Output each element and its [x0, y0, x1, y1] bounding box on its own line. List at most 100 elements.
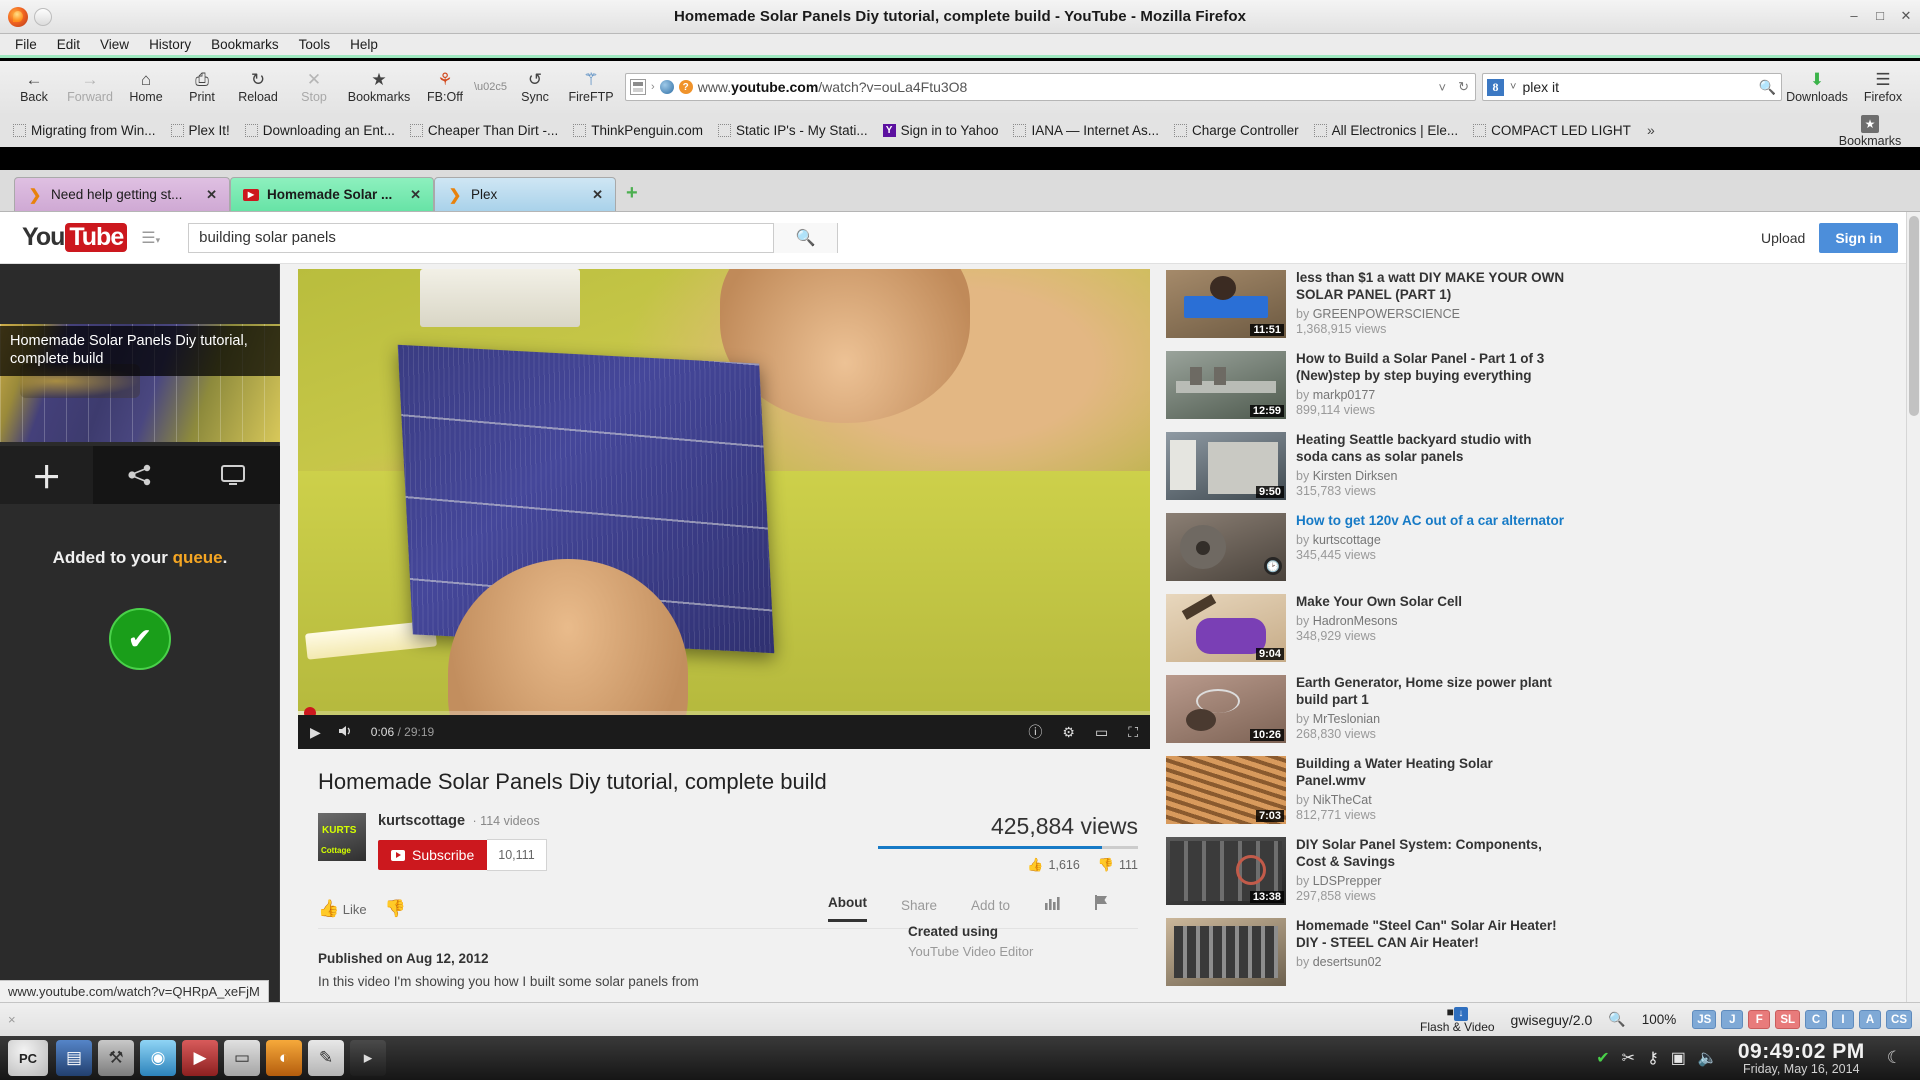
volume-icon[interactable]: [337, 724, 355, 741]
taskbar-app-konsole[interactable]: ▸: [350, 1040, 386, 1076]
browser-tab-inactive[interactable]: ❯ Plex ✕: [434, 177, 616, 211]
flashblock-chevron-down-icon[interactable]: \u02c5: [474, 81, 507, 93]
related-title[interactable]: Heating Seattle backyard studio with sod…: [1296, 432, 1566, 466]
maximize-button[interactable]: □: [1872, 8, 1888, 25]
tab-close-icon[interactable]: ✕: [206, 187, 217, 203]
queue-link[interactable]: queue: [173, 548, 223, 567]
sign-in-button[interactable]: Sign in: [1819, 222, 1898, 253]
fireftp-button[interactable]: ⚚ FireFTP: [563, 70, 619, 104]
bookmarks-toolbar-button[interactable]: ★ Bookmarks: [342, 70, 416, 104]
related-title[interactable]: less than $1 a watt DIY MAKE YOUR OWN SO…: [1296, 270, 1566, 304]
search-engine-icon[interactable]: 8: [1487, 78, 1504, 96]
status-badge[interactable]: SL: [1775, 1010, 1801, 1029]
site-identity-icon[interactable]: [630, 79, 647, 95]
moon-icon[interactable]: ☾: [1887, 1048, 1902, 1068]
guide-hamburger-icon[interactable]: ☰▾: [141, 228, 160, 248]
status-badge[interactable]: J: [1721, 1010, 1744, 1029]
related-video-item[interactable]: 🕑 How to get 120v AC out of a car altern…: [1166, 513, 1566, 581]
subscribe-button[interactable]: Subscribe: [378, 840, 488, 870]
magnifier-icon[interactable]: 🔍: [1608, 1011, 1625, 1028]
menu-bookmarks[interactable]: Bookmarks: [202, 35, 288, 54]
bookmarks-overflow-chevron-icon[interactable]: »: [1647, 122, 1655, 138]
menu-view[interactable]: View: [91, 35, 138, 54]
search-engine-chevron-down-icon[interactable]: ˅: [1510, 81, 1516, 93]
volume-tray-icon[interactable]: 🔈: [1698, 1048, 1718, 1068]
settings-gear-icon[interactable]: ⚙: [1062, 724, 1075, 741]
firefox-menu-button[interactable]: ☰ Firefox: [1852, 70, 1914, 104]
zoom-level[interactable]: 100%: [1642, 1012, 1677, 1027]
bookmark-item[interactable]: Static IP's - My Stati...: [711, 120, 875, 141]
related-channel-name[interactable]: GREENPOWERSCIENCE: [1313, 307, 1460, 321]
related-thumbnail[interactable]: 🕑: [1166, 513, 1286, 581]
tab-close-icon[interactable]: ✕: [410, 187, 421, 203]
checkmark-tray-icon[interactable]: ✔: [1596, 1048, 1609, 1068]
related-video-item[interactable]: Homemade "Steel Can" Solar Air Heater! D…: [1166, 918, 1566, 986]
related-video-item[interactable]: 7:03 Building a Water Heating Solar Pane…: [1166, 756, 1566, 824]
new-tab-button[interactable]: +: [626, 182, 638, 205]
tab-about[interactable]: About: [827, 895, 867, 922]
bookmark-item[interactable]: ThinkPenguin.com: [566, 120, 710, 141]
menu-history[interactable]: History: [140, 35, 200, 54]
taskbar-app-terminal-window[interactable]: ▭: [224, 1040, 260, 1076]
page-scrollbar[interactable]: [1906, 212, 1920, 1002]
related-channel-name[interactable]: Kirsten Dirksen: [1313, 469, 1398, 483]
search-input[interactable]: plex it: [1522, 79, 1559, 95]
upload-button[interactable]: Upload: [1761, 230, 1805, 246]
taskbar-clock[interactable]: 09:49:02 PM Friday, May 16, 2014: [1730, 1040, 1865, 1076]
related-channel-name[interactable]: kurtscottage: [1313, 533, 1381, 547]
home-button[interactable]: ⌂ Home: [118, 70, 174, 104]
related-title[interactable]: Building a Water Heating Solar Panel.wmv: [1296, 756, 1566, 790]
related-title[interactable]: How to Build a Solar Panel - Part 1 of 3…: [1296, 351, 1566, 385]
share-icon[interactable]: [93, 446, 187, 504]
browser-tab-active[interactable]: ▶ Homemade Solar ... ✕: [230, 177, 434, 211]
youtube-search-box[interactable]: 🔍: [188, 222, 839, 253]
bookmark-item[interactable]: Cheaper Than Dirt -...: [403, 120, 565, 141]
like-button[interactable]: 👍 Like: [318, 899, 367, 919]
play-icon[interactable]: ▶: [310, 724, 321, 741]
bookmark-item[interactable]: Downloading an Ent...: [238, 120, 402, 141]
url-chevron-down-icon[interactable]: ˅: [1439, 80, 1447, 95]
taskbar-app-media[interactable]: ◉: [140, 1040, 176, 1076]
related-title[interactable]: How to get 120v AC out of a car alternat…: [1296, 513, 1566, 530]
fullscreen-icon[interactable]: ⛶: [1128, 724, 1138, 741]
scissors-tray-icon[interactable]: ✂: [1622, 1048, 1635, 1068]
bookmark-item[interactable]: Plex It!: [164, 120, 237, 141]
taskbar-app-firefox[interactable]: ◐: [266, 1040, 302, 1076]
channel-avatar[interactable]: KURTS Cottage: [318, 813, 366, 861]
status-badge[interactable]: CS: [1886, 1010, 1912, 1029]
stop-button[interactable]: ✕ Stop: [286, 70, 342, 104]
downloads-button[interactable]: ⬇ Downloads: [1782, 70, 1852, 104]
related-title[interactable]: DIY Solar Panel System: Components, Cost…: [1296, 837, 1566, 871]
info-cards-icon[interactable]: ⓘ: [1028, 722, 1042, 742]
taskbar-app-recorder[interactable]: ▶: [182, 1040, 218, 1076]
channel-name[interactable]: kurtscottage · 114 videos: [378, 813, 547, 829]
search-button[interactable]: 🔍: [773, 222, 838, 253]
url-reload-icon[interactable]: ↻: [1458, 79, 1469, 95]
related-thumbnail[interactable]: 10:26: [1166, 675, 1286, 743]
search-input[interactable]: [189, 223, 774, 252]
status-badge[interactable]: A: [1859, 1010, 1882, 1029]
menu-edit[interactable]: Edit: [48, 35, 89, 54]
related-thumbnail[interactable]: [1166, 918, 1286, 986]
menu-help[interactable]: Help: [341, 35, 387, 54]
related-title[interactable]: Earth Generator, Home size power plant b…: [1296, 675, 1566, 709]
tab-add-to[interactable]: Add to: [971, 898, 1010, 922]
status-badge[interactable]: C: [1805, 1010, 1828, 1029]
user-agent-label[interactable]: gwiseguy/2.0: [1511, 1012, 1593, 1028]
status-badge[interactable]: JS: [1692, 1010, 1717, 1029]
minimize-button[interactable]: –: [1846, 8, 1862, 25]
dislike-button[interactable]: 👎: [385, 899, 406, 919]
related-video-item[interactable]: 9:50 Heating Seattle backyard studio wit…: [1166, 432, 1566, 500]
queue-video-title[interactable]: Homemade Solar Panels Diy tutorial, comp…: [0, 326, 280, 377]
status-badge[interactable]: F: [1748, 1010, 1771, 1029]
youtube-logo[interactable]: You Tube: [22, 223, 128, 252]
related-thumbnail[interactable]: 12:59: [1166, 351, 1286, 419]
theater-mode-icon[interactable]: ▭: [1095, 724, 1108, 741]
flag-icon[interactable]: [1094, 895, 1108, 922]
related-video-item[interactable]: 9:04 Make Your Own Solar Cell by HadronM…: [1166, 594, 1566, 662]
related-video-item[interactable]: 11:51 less than $1 a watt DIY MAKE YOUR …: [1166, 270, 1566, 338]
url-bar[interactable]: › ? www.youtube.com/watch?v=ouLa4Ftu3O8 …: [625, 73, 1476, 101]
bookmark-item[interactable]: All Electronics | Ele...: [1307, 120, 1466, 141]
print-button[interactable]: ⎙ Print: [174, 70, 230, 104]
taskbar-app-tools[interactable]: ⚒: [98, 1040, 134, 1076]
